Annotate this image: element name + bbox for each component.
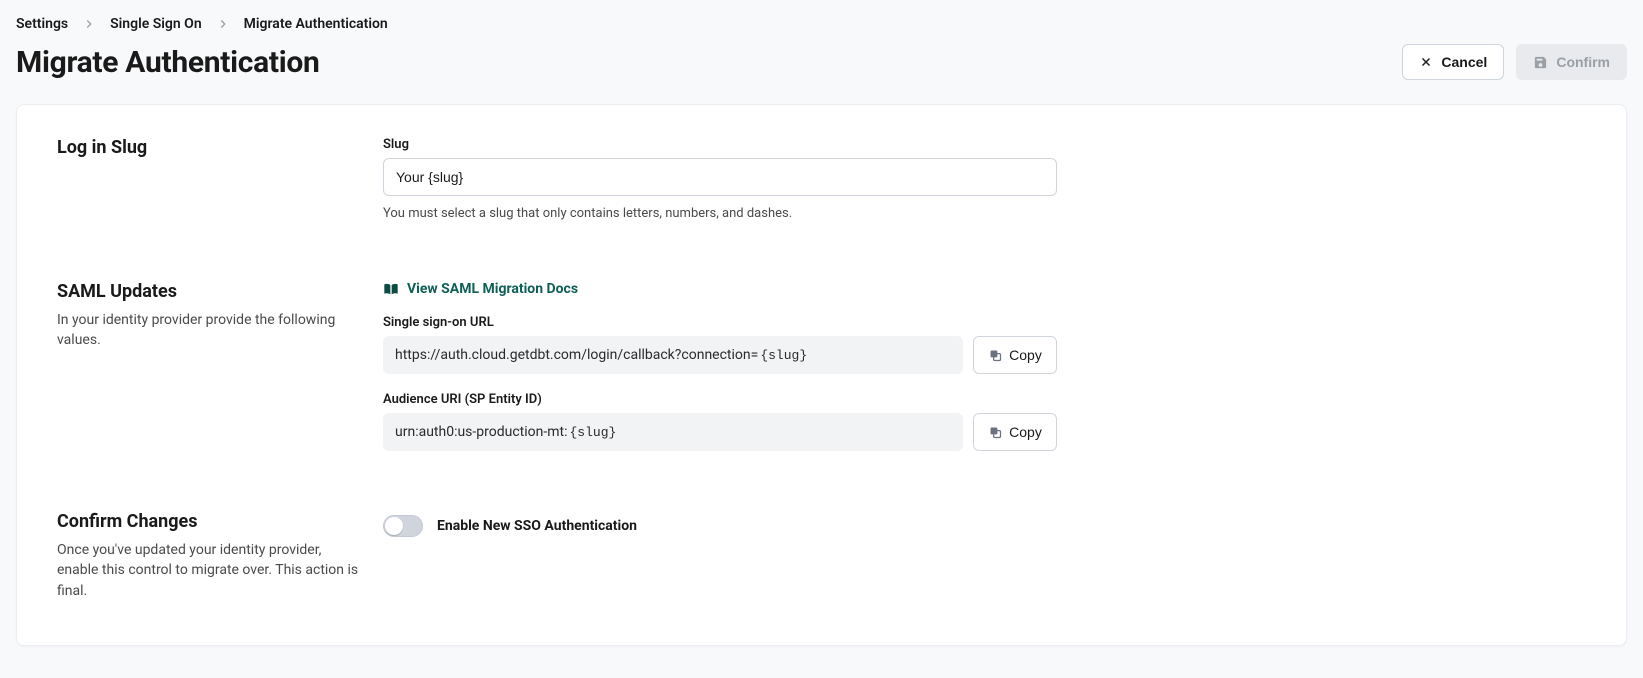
confirm-button[interactable]: Confirm: [1516, 44, 1627, 80]
book-icon: [383, 282, 399, 296]
cancel-button[interactable]: Cancel: [1402, 44, 1504, 80]
copy-label: Copy: [1009, 424, 1042, 440]
page-title: Migrate Authentication: [16, 45, 320, 80]
docs-link-label: View SAML Migration Docs: [407, 281, 578, 297]
sso-url-value: https://auth.cloud.getdbt.com/login/call…: [383, 336, 963, 374]
copy-icon: [988, 348, 1003, 363]
toggle-knob: [385, 517, 403, 535]
slug-help-text: You must select a slug that only contain…: [383, 206, 1057, 221]
slug-input[interactable]: [383, 158, 1057, 196]
chevron-right-icon: [216, 17, 230, 31]
header-actions: Cancel Confirm: [1402, 44, 1627, 80]
toggle-label: Enable New SSO Authentication: [437, 518, 637, 534]
view-docs-link[interactable]: View SAML Migration Docs: [383, 281, 578, 297]
section-login-slug: Log in Slug Slug You must select a slug …: [17, 133, 1626, 257]
chevron-right-icon: [82, 17, 96, 31]
copy-icon: [988, 425, 1003, 440]
breadcrumb-item-sso[interactable]: Single Sign On: [110, 16, 202, 32]
audience-prefix: urn:auth0:us-production-mt:: [395, 424, 568, 440]
copy-label: Copy: [1009, 347, 1042, 363]
audience-slug: {slug}: [570, 425, 617, 440]
audience-value: urn:auth0:us-production-mt: {slug}: [383, 413, 963, 451]
sso-url-slug: {slug}: [760, 348, 807, 363]
section-title: SAML Updates: [57, 281, 359, 302]
section-title: Log in Slug: [57, 137, 359, 158]
audience-label: Audience URI (SP Entity ID): [383, 392, 1057, 407]
enable-sso-toggle[interactable]: [383, 515, 423, 537]
section-desc: In your identity provider provide the fo…: [57, 310, 359, 351]
confirm-button-label: Confirm: [1556, 54, 1610, 70]
copy-audience-button[interactable]: Copy: [973, 413, 1057, 451]
sso-url-prefix: https://auth.cloud.getdbt.com/login/call…: [395, 347, 758, 363]
cancel-button-label: Cancel: [1441, 54, 1487, 70]
section-saml-updates: SAML Updates In your identity provider p…: [17, 257, 1626, 487]
sso-url-label: Single sign-on URL: [383, 315, 1057, 330]
section-desc: Once you've updated your identity provid…: [57, 540, 359, 601]
slug-field-label: Slug: [383, 137, 1057, 152]
settings-card: Log in Slug Slug You must select a slug …: [16, 104, 1627, 646]
section-confirm-changes: Confirm Changes Once you've updated your…: [17, 487, 1626, 613]
breadcrumb-item-current: Migrate Authentication: [244, 16, 388, 32]
breadcrumb-item-settings[interactable]: Settings: [16, 16, 68, 32]
save-icon: [1533, 55, 1548, 70]
breadcrumb: Settings Single Sign On Migrate Authenti…: [16, 16, 1627, 32]
copy-sso-url-button[interactable]: Copy: [973, 336, 1057, 374]
close-icon: [1419, 55, 1433, 69]
section-title: Confirm Changes: [57, 511, 359, 532]
